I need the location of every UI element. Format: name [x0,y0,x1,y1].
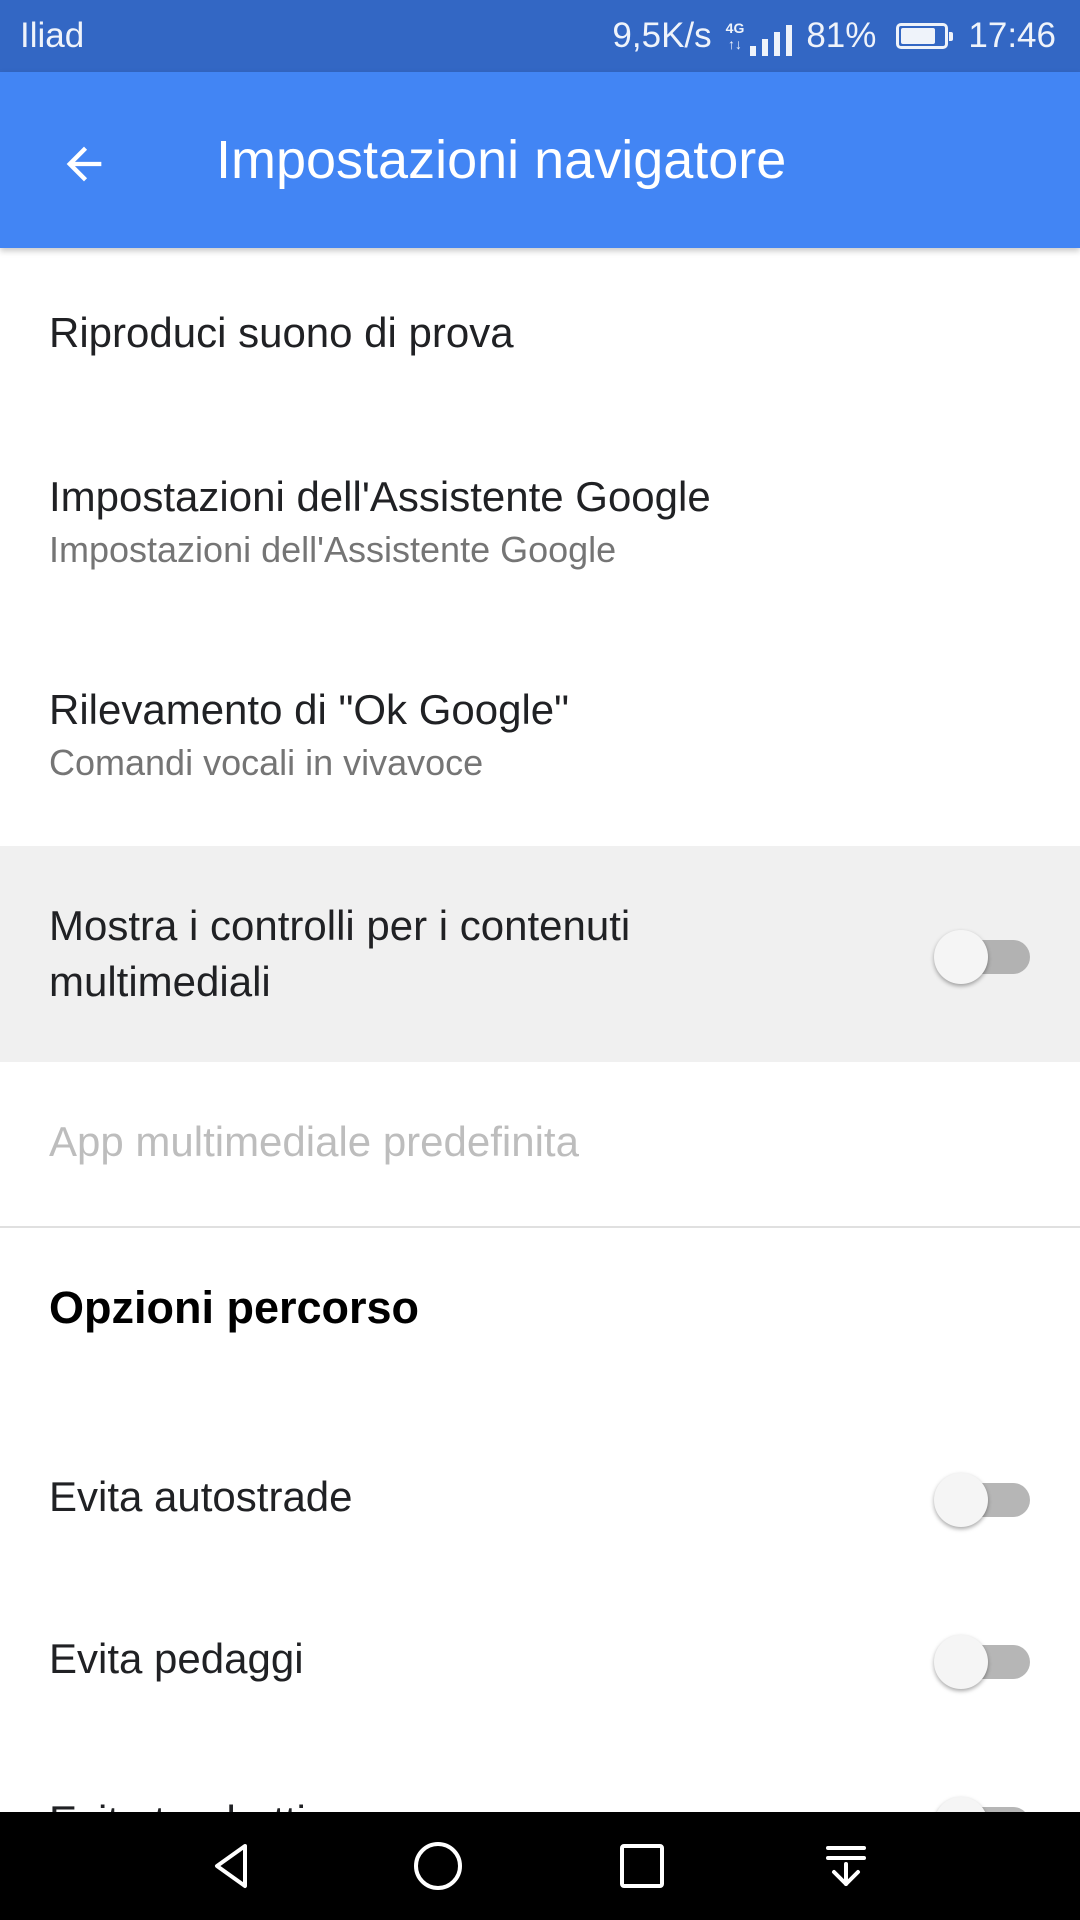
avoid-tolls-toggle[interactable] [934,1629,1030,1689]
battery-percentage: 81% [806,16,877,55]
signal-icon: 4G ↑↓ [726,16,793,56]
home-circle-icon [414,1842,462,1890]
section-header-route-options: Opzioni percorso [0,1248,1080,1368]
setting-label: Riproduci suono di prova [49,309,514,356]
setting-label: Evita pedaggi [49,1635,304,1682]
setting-label: Evita autostrade [49,1473,353,1520]
recents-square-icon [620,1844,664,1888]
signal-bar [774,32,781,56]
nav-back-button[interactable] [193,1826,273,1906]
section-divider [0,1226,1080,1228]
media-controls-toggle[interactable] [934,924,1030,984]
setting-label: App multimediale predefinita [49,1118,579,1165]
settings-list[interactable]: Riproduci suono di prova Impostazioni de… [0,248,1080,1812]
network-speed: 9,5K/s [612,16,712,55]
carrier-name: Iliad [20,16,85,55]
nav-home-button[interactable] [398,1826,478,1906]
section-title: Opzioni percorso [49,1282,420,1333]
network-tag-top: 4G [725,20,745,36]
setting-avoid-tolls[interactable]: Evita pedaggi [0,1586,1080,1732]
setting-subtitle: Comandi vocali in vivavoce [49,742,484,783]
signal-bar [786,25,793,56]
navigation-bar [0,1812,1080,1920]
nav-recents-button[interactable] [602,1826,682,1906]
avoid-highways-toggle[interactable] [934,1467,1030,1527]
setting-avoid-ferries[interactable]: Evita traghetti [0,1748,1080,1812]
toggle-thumb [934,1797,988,1812]
setting-default-media-app: App multimediale predefinita [0,1062,1080,1222]
arrow-back-icon [66,146,102,182]
setting-label: Rilevamento di "Ok Google" [49,686,570,733]
back-button[interactable] [40,120,128,208]
setting-label: Impostazioni dell'Assistente Google [49,473,711,520]
setting-google-assistant[interactable]: Impostazioni dell'Assistente Google Impo… [0,418,1080,626]
battery-icon [896,23,954,49]
status-bar: Iliad 9,5K/s 4G ↑↓ 81% 17:46 [0,0,1080,72]
app-bar: Impostazioni navigatore [0,72,1080,248]
setting-subtitle: Impostazioni dell'Assistente Google [49,529,617,570]
back-triangle-icon [215,1844,247,1888]
toggle-thumb [934,1635,988,1689]
toggle-thumb [934,1473,988,1527]
signal-bar [762,39,769,56]
avoid-ferries-toggle[interactable] [934,1791,1030,1812]
screen: Iliad 9,5K/s 4G ↑↓ 81% 17:46 Impostazion… [0,0,1080,1920]
clock: 17:46 [968,16,1056,55]
toggle-thumb [934,930,988,984]
nav-notifications-button[interactable] [806,1826,886,1906]
setting-media-controls[interactable]: Mostra i controlli per i contenuti multi… [0,846,1080,1062]
setting-ok-google[interactable]: Rilevamento di "Ok Google" Comandi vocal… [0,626,1080,844]
setting-avoid-highways[interactable]: Evita autostrade [0,1424,1080,1570]
network-tag-bottom: ↑↓ [728,36,742,52]
status-indicators: 9,5K/s 4G ↑↓ 81% 17:46 [612,16,1056,56]
setting-test-sound[interactable]: Riproduci suono di prova [0,248,1080,418]
page-title: Impostazioni navigatore [216,130,787,190]
notification-pull-icon [826,1846,866,1886]
battery-fill [901,28,936,44]
setting-label: Evita traghetti [49,1793,934,1812]
setting-label: Mostra i controlli per i contenuti multi… [49,902,631,1005]
signal-bar [750,46,757,56]
